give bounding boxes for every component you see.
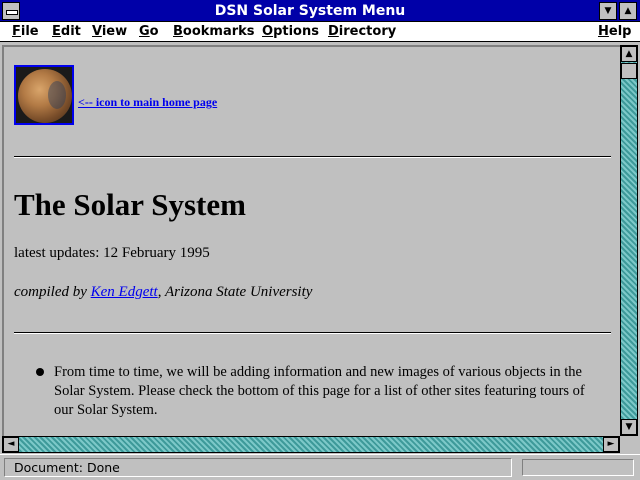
status-text: Document: Done bbox=[4, 458, 512, 477]
mars-home-icon[interactable] bbox=[14, 65, 74, 125]
menu-bookmarks[interactable]: Bookmarks bbox=[173, 22, 255, 41]
divider bbox=[14, 332, 611, 334]
document-view[interactable]: <-- icon to main home page The Solar Sys… bbox=[2, 45, 620, 436]
horizontal-scrollbar[interactable]: ◄ ► bbox=[2, 436, 620, 453]
page-heading: The Solar System bbox=[14, 187, 246, 222]
bullet-icon bbox=[36, 368, 44, 376]
menu-go[interactable]: Go bbox=[139, 22, 159, 41]
minimize-button[interactable]: ▼ bbox=[599, 2, 617, 20]
scrollbar-corner bbox=[620, 436, 638, 453]
planet-image bbox=[18, 69, 72, 123]
menu-edit[interactable]: Edit bbox=[52, 22, 81, 41]
divider bbox=[14, 156, 611, 158]
author-link[interactable]: Ken Edgett bbox=[91, 284, 158, 300]
compiled-by-line: compiled by Ken Edgett, Arizona State Un… bbox=[14, 284, 313, 300]
maximize-button[interactable]: ▲ bbox=[619, 2, 637, 20]
latest-updates-text: latest updates: 12 February 1995 bbox=[14, 245, 210, 261]
scroll-left-button[interactable]: ◄ bbox=[3, 437, 19, 452]
home-page-link[interactable]: <-- icon to main home page bbox=[78, 95, 217, 110]
menu-file[interactable]: File bbox=[12, 22, 39, 41]
progress-indicator bbox=[522, 459, 634, 476]
menu-bar: File Edit View Go Bookmarks Options Dire… bbox=[0, 22, 640, 42]
window-title: DSN Solar System Menu bbox=[214, 3, 406, 19]
vertical-scroll-thumb[interactable] bbox=[621, 63, 637, 79]
title-bar[interactable]: DSN Solar System Menu ▼ ▲ bbox=[0, 0, 640, 22]
vertical-scrollbar[interactable]: ▲ ▼ bbox=[620, 45, 638, 436]
menu-directory[interactable]: Directory bbox=[328, 22, 396, 41]
menu-view[interactable]: View bbox=[92, 22, 127, 41]
system-menu-button[interactable] bbox=[2, 2, 20, 20]
list-item: From time to time, we will be adding inf… bbox=[54, 364, 585, 418]
menu-options[interactable]: Options bbox=[262, 22, 319, 41]
menu-help[interactable]: Help bbox=[598, 22, 631, 41]
status-bar: Document: Done bbox=[0, 454, 640, 480]
system-menu-icon bbox=[6, 10, 18, 15]
scroll-up-button[interactable]: ▲ bbox=[621, 46, 637, 62]
browser-window: DSN Solar System Menu ▼ ▲ File Edit View… bbox=[0, 0, 640, 480]
scroll-right-button[interactable]: ► bbox=[603, 437, 619, 452]
scroll-down-button[interactable]: ▼ bbox=[621, 419, 637, 435]
